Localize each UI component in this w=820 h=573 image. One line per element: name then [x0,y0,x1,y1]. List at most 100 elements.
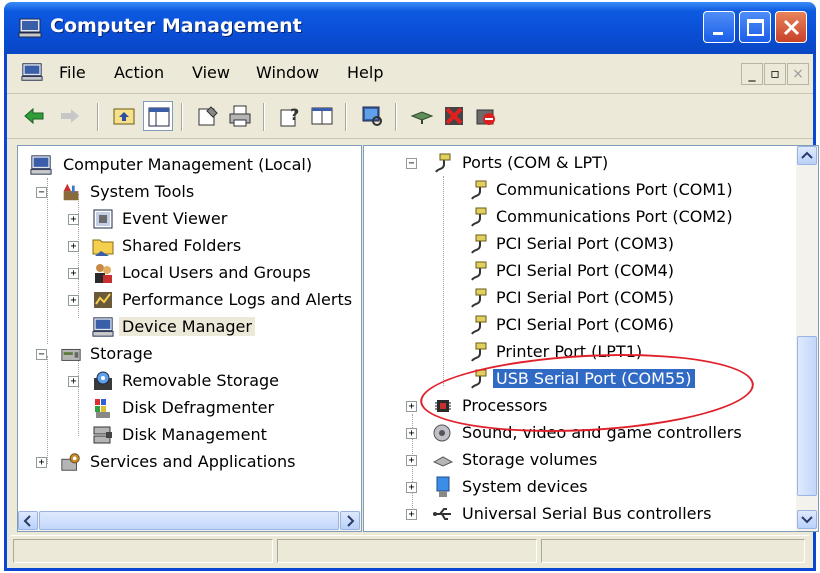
tree-item-label: Services and Applications [90,452,296,471]
uninstall-icon [476,109,495,125]
status-cell [13,539,273,563]
status-cell [277,539,537,563]
collapse-icon[interactable]: − [36,187,47,198]
horizontal-scroll-thumb[interactable] [39,511,339,530]
menu-window[interactable]: Window [256,63,319,82]
minimize-button[interactable] [703,11,735,43]
svg-text:?: ? [290,105,299,124]
scroll-down-button[interactable] [797,510,817,529]
defragmenter-icon [95,399,110,418]
shared-folder-icon [92,239,114,256]
port-icon [471,315,487,335]
mdi-restore-button[interactable]: ▫ [764,63,786,85]
expand-icon[interactable]: + [36,457,47,468]
tree-item-label: Event Viewer [122,209,228,228]
help-button[interactable]: ? [275,101,305,131]
scan-hardware-button[interactable] [357,101,387,131]
mdi-close-button[interactable]: × [787,63,809,85]
chevron-down-icon [801,516,813,524]
export-icon [311,107,333,125]
tree-item-label: Ports (COM & LPT) [462,153,609,172]
close-button[interactable] [775,11,807,43]
scroll-left-button[interactable] [18,511,38,530]
port-icon [471,207,487,227]
tree-item-label: PCI Serial Port (COM4) [496,261,675,280]
port-icon [471,342,487,362]
expand-icon[interactable]: + [406,455,417,466]
expand-icon[interactable]: + [68,268,79,279]
tree-item-label: Performance Logs and Alerts [122,290,353,309]
chevron-up-icon [801,151,813,159]
port-icon [471,234,487,254]
sound-icon [433,424,451,442]
help-icon: ? [280,105,299,127]
collapse-icon[interactable]: − [406,158,417,169]
expand-icon[interactable]: + [68,241,79,252]
tree-item-label: System devices [462,477,588,496]
update-driver-icon [410,111,434,124]
vertical-scroll-thumb[interactable] [797,336,817,496]
print-icon [229,105,251,127]
computer-management-window: Computer Management File Action View Win… [4,2,819,571]
device-tree-pane[interactable]: − Ports (COM & LPT) Communications Port … [363,145,819,532]
chevron-left-icon [23,515,31,527]
forward-button[interactable] [55,101,85,131]
export-list-button[interactable] [307,101,337,131]
disable-icon [445,107,463,125]
expand-icon[interactable]: + [406,428,417,439]
computer-management-icon [21,63,43,81]
print-button[interactable] [225,101,255,131]
tools-icon [63,183,79,201]
properties-icon [198,106,218,126]
menu-file[interactable]: File [59,63,86,82]
mdi-minimize-button[interactable]: _ [741,63,763,85]
collapse-icon[interactable]: − [36,349,47,360]
uninstall-button[interactable] [471,101,501,131]
horizontal-scrollbar[interactable] [18,511,361,531]
expand-icon[interactable]: + [68,376,79,387]
expand-icon[interactable]: + [406,509,417,520]
vertical-scrollbar[interactable] [796,146,818,531]
toolbar: ? [7,95,813,139]
menu-bar: File Action View Window Help _ ▫ × [7,54,813,94]
chevron-right-icon [347,515,355,527]
tree-item-label: Device Manager [119,317,255,336]
tree-item-label: PCI Serial Port (COM3) [496,234,675,253]
title-bar[interactable]: Computer Management [4,2,816,54]
console-tree-pane[interactable]: Computer Management (Local) − System Too… [17,145,362,532]
tree-item-label: System Tools [90,182,195,201]
disable-button[interactable] [439,101,469,131]
properties-button[interactable] [193,101,223,131]
up-one-level-button[interactable] [109,101,139,131]
expand-icon[interactable]: + [68,295,79,306]
menu-view[interactable]: View [192,63,230,82]
tree-item-label: Computer Management (Local) [63,155,313,174]
expand-icon[interactable]: + [68,214,79,225]
status-cell [541,539,805,563]
update-driver-button[interactable] [407,101,437,131]
back-button[interactable] [19,101,49,131]
system-devices-icon [436,476,450,497]
up-folder-icon [113,108,135,125]
show-hide-tree-icon [148,107,170,127]
port-icon [471,288,487,308]
status-bar [11,535,809,565]
expand-icon[interactable]: + [406,482,417,493]
tree-item-label: Local Users and Groups [122,263,311,282]
scroll-right-button[interactable] [340,511,360,530]
event-viewer-icon [93,209,113,229]
computer-icon [30,155,52,175]
back-icon [24,107,44,125]
tree-item-label: Removable Storage [122,371,280,390]
tree-item-label: Communications Port (COM1) [496,180,733,199]
scroll-up-button[interactable] [797,146,817,165]
expand-icon[interactable]: + [406,401,417,412]
scan-hardware-icon [362,106,382,126]
maximize-button[interactable] [739,11,771,43]
tree-item-label: PCI Serial Port (COM6) [496,315,675,334]
show-hide-tree-button[interactable] [143,101,173,131]
tree-item-label: Storage volumes [462,450,598,469]
menu-help[interactable]: Help [347,63,383,82]
menu-action[interactable]: Action [114,63,164,82]
close-icon [783,19,800,36]
